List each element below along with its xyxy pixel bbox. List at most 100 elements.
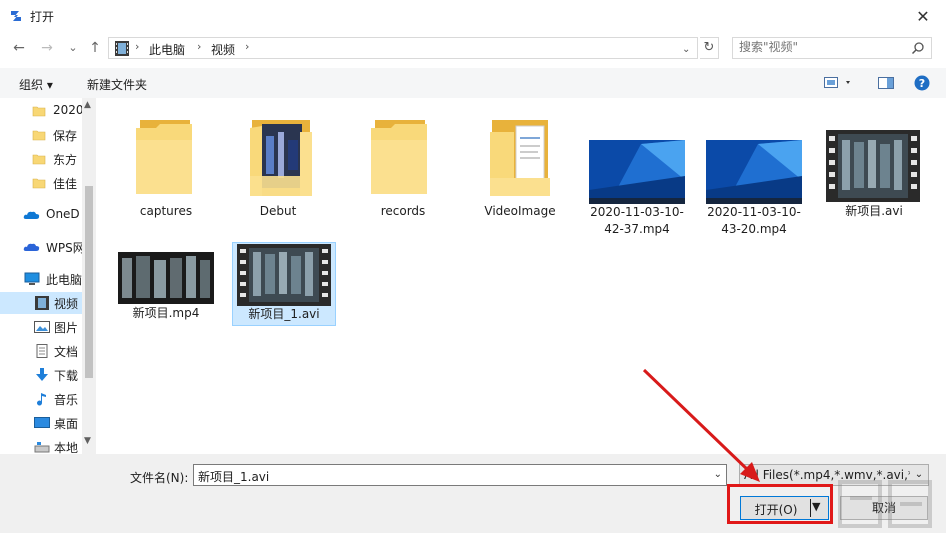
local-disk-icon	[34, 442, 50, 453]
file-list: captures Debut records VideoImage 2020-1…	[96, 98, 946, 454]
scroll-down-icon[interactable]: ▼	[84, 436, 91, 446]
desktop-icon	[34, 417, 50, 428]
chevron-right-icon[interactable]: ›	[197, 40, 201, 53]
file-tile-new-project-avi[interactable]: 新项目.avi	[822, 112, 926, 218]
sidebar-item-label: OneD	[46, 207, 80, 221]
sidebar-item-music[interactable]: 音乐	[0, 388, 82, 410]
file-tile-captures[interactable]: captures	[114, 112, 218, 218]
file-name-line: 42-37.mp4	[604, 222, 670, 236]
video-thumbnail	[589, 140, 685, 204]
sidebar-item-2020[interactable]: 2020	[0, 100, 82, 122]
folder-icon	[32, 130, 46, 141]
breadcrumb-this-pc[interactable]: 此电脑	[149, 41, 185, 58]
folder-icon	[32, 178, 46, 189]
sidebar-item-label: 图片	[54, 321, 79, 335]
forward-button[interactable]: →	[38, 39, 56, 57]
command-bar: 组织 ▾ 新建文件夹 ?	[0, 68, 946, 98]
search-icon[interactable]	[911, 41, 925, 55]
file-tile-recording-1[interactable]: 2020-11-03-10- 42-37.mp4	[585, 112, 689, 236]
sidebar-item-label: 音乐	[54, 393, 79, 407]
folder-icon	[136, 120, 192, 194]
help-icon[interactable]: ?	[914, 75, 930, 91]
folder-icon	[371, 120, 427, 194]
new-folder-button[interactable]: 新建文件夹	[87, 76, 147, 93]
videos-icon	[35, 296, 49, 310]
onedrive-icon	[23, 211, 40, 219]
file-tile-debut[interactable]: Debut	[226, 112, 330, 218]
address-bar[interactable]: › 此电脑 › 视频 ›	[108, 37, 698, 59]
video-thumbnail	[706, 140, 802, 204]
app-icon	[11, 11, 21, 21]
search-box[interactable]	[732, 37, 932, 59]
file-tile-new-project-mp4[interactable]: 新项目.mp4	[114, 242, 218, 328]
organize-button[interactable]: 组织 ▾	[19, 76, 53, 93]
sidebar-item-desktop[interactable]: 桌面	[0, 412, 82, 434]
computer-icon	[24, 272, 40, 285]
sidebar-item-label: 此电脑	[46, 273, 82, 287]
film-strip-thumbnail	[826, 130, 920, 202]
wps-cloud-icon	[23, 243, 40, 251]
file-name: records	[380, 204, 426, 218]
title-bar: 打开 ✕	[0, 0, 946, 32]
sidebar-item-label: WPS网	[46, 241, 82, 255]
file-name-line: 43-20.mp4	[721, 222, 787, 236]
video-thumbnail	[118, 252, 214, 304]
chevron-right-icon[interactable]: ›	[135, 40, 139, 53]
sidebar-item-documents[interactable]: 文档	[0, 340, 82, 362]
chevron-right-icon[interactable]: ›	[245, 40, 249, 53]
file-name: VideoImage	[484, 204, 556, 218]
recent-locations-button[interactable]: ⌄	[64, 39, 82, 57]
breadcrumb-videos[interactable]: 视频	[211, 41, 235, 58]
sidebar-item-label: 佳佳	[53, 177, 78, 191]
refresh-button[interactable]: ↻	[700, 37, 719, 59]
sidebar-item-wps[interactable]: WPS网	[0, 236, 82, 258]
search-input[interactable]	[739, 40, 899, 54]
scroll-up-icon[interactable]: ▲	[84, 100, 91, 110]
navigation-pane: 2020 保存 东方 佳佳 OneD WPS网 此电脑 视频 图片 文档 下载	[0, 98, 96, 454]
sidebar-item-folder-east[interactable]: 东方	[0, 148, 82, 170]
sidebar-item-videos[interactable]: 视频	[0, 292, 82, 314]
chevron-down-icon[interactable]: ⌄	[714, 469, 722, 480]
folder-icon	[32, 106, 46, 117]
sidebar-scrollbar[interactable]: ▲ ▼	[82, 98, 96, 454]
sidebar-item-this-pc[interactable]: 此电脑	[0, 268, 82, 290]
sidebar-item-downloads[interactable]: 下载	[0, 364, 82, 386]
folder-icon	[32, 154, 46, 165]
back-button[interactable]: ←	[10, 39, 28, 57]
file-name-line: 2020-11-03-10-	[590, 205, 684, 219]
file-name: captures	[139, 204, 193, 218]
sidebar-item-folder-save[interactable]: 保存	[0, 124, 82, 146]
file-name: 新项目.avi	[845, 204, 903, 218]
sidebar-item-label: 文档	[54, 345, 79, 359]
file-name: 新项目.mp4	[132, 306, 200, 320]
sidebar-item-label: 2020	[53, 103, 82, 117]
sidebar-item-onedrive[interactable]: OneD	[0, 204, 82, 226]
window-title: 打开	[30, 10, 55, 24]
filename-value[interactable]: 新项目_1.avi	[198, 468, 269, 485]
sidebar-item-label: 保存	[53, 129, 78, 143]
view-options-icon[interactable]	[824, 77, 854, 89]
sidebar-item-local-disk[interactable]: 本地	[0, 436, 82, 454]
filename-input[interactable]: 新项目_1.avi ⌄	[193, 464, 727, 486]
file-name: 新项目_1.avi	[248, 307, 320, 321]
sidebar-item-pictures[interactable]: 图片	[0, 316, 82, 338]
music-icon	[37, 393, 46, 406]
close-button[interactable]: ✕	[900, 0, 946, 32]
chevron-down-icon[interactable]: ⌄	[682, 44, 690, 55]
file-tile-new-project-1-avi[interactable]: 新项目_1.avi	[232, 242, 336, 326]
folder-preview-icon	[250, 120, 312, 196]
sidebar-item-label: 视频	[54, 297, 79, 311]
sidebar-item-folder-jiajia[interactable]: 佳佳	[0, 172, 82, 194]
file-name: Debut	[259, 204, 297, 218]
filename-label: 文件名(N):	[130, 471, 189, 485]
file-name-line: 2020-11-03-10-	[707, 205, 801, 219]
film-strip-thumbnail	[237, 244, 331, 306]
file-tile-records[interactable]: records	[351, 112, 455, 218]
sidebar-item-label: 下载	[54, 369, 79, 383]
preview-pane-icon[interactable]	[878, 77, 894, 89]
file-tile-recording-2[interactable]: 2020-11-03-10- 43-20.mp4	[702, 112, 806, 236]
scrollbar-thumb[interactable]	[85, 186, 93, 378]
svg-text:?: ?	[919, 77, 925, 90]
file-tile-videoimage[interactable]: VideoImage	[468, 112, 572, 218]
up-button[interactable]: ↑	[86, 39, 104, 57]
